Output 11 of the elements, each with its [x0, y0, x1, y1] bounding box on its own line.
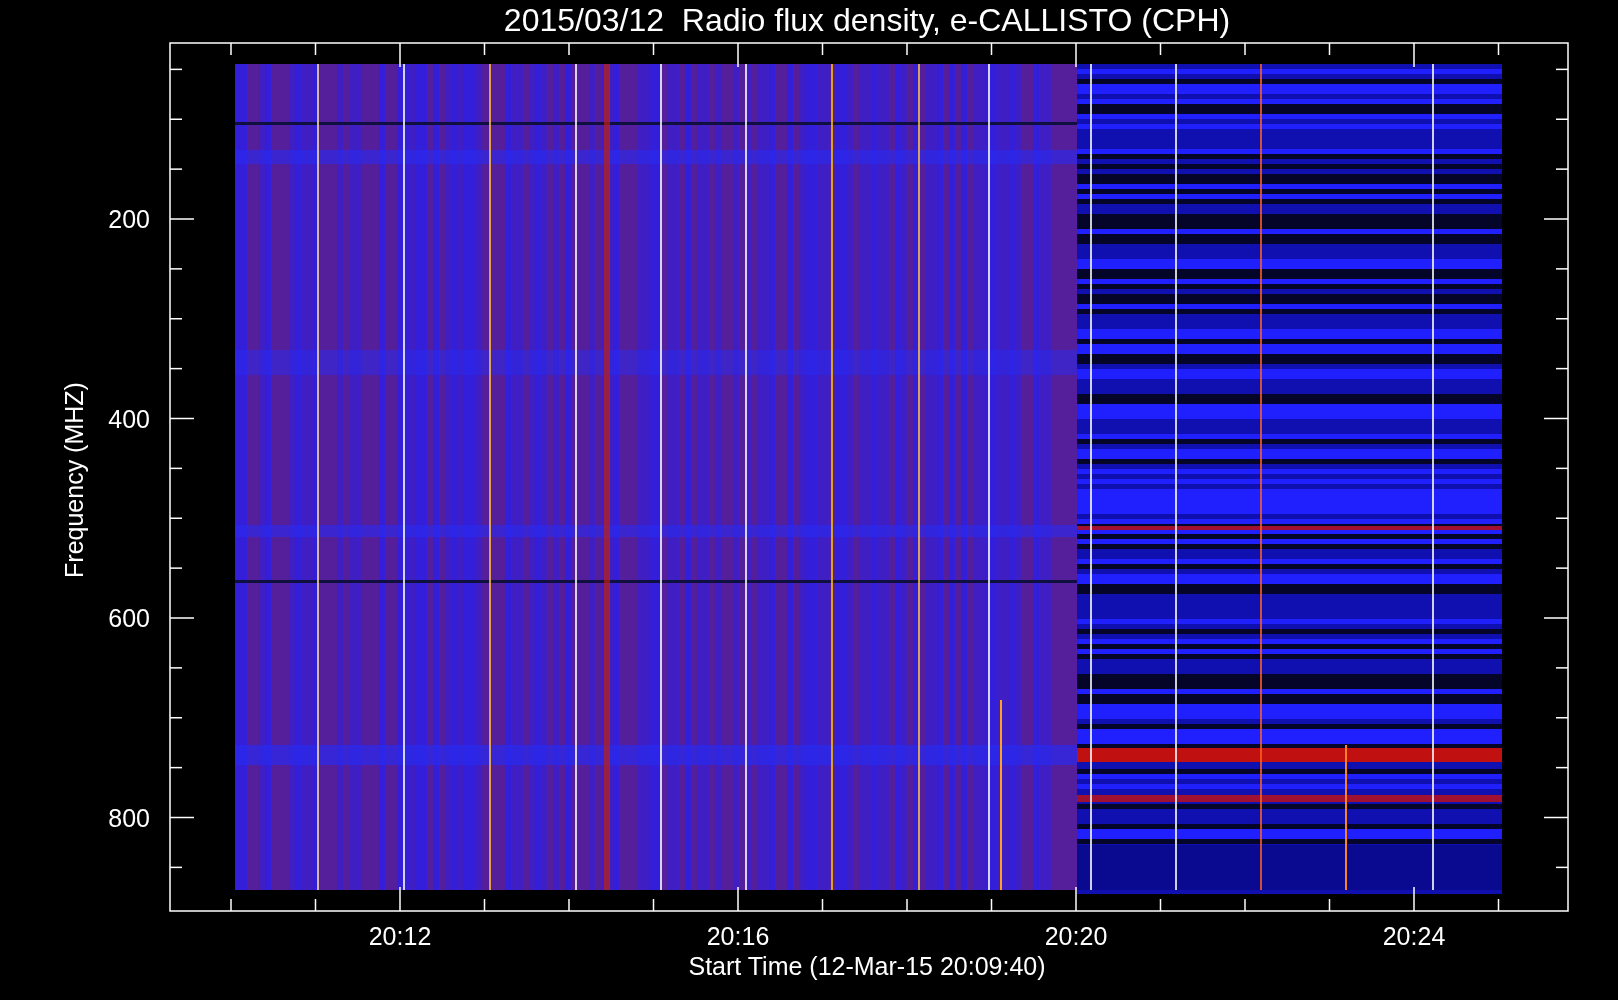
x-axis-label: Start Time (12-Mar-15 20:09:40)	[688, 952, 1046, 980]
x-tick-label: 20:12	[368, 922, 432, 950]
y-axis-label: Frequency (MHZ)	[60, 382, 88, 578]
y-tick-label: 600	[108, 604, 150, 632]
x-tick-label: 20:20	[1044, 922, 1108, 950]
x-tick-label: 20:16	[706, 922, 770, 950]
y-tick-label: 800	[108, 803, 150, 832]
y-tick-label: 200	[108, 205, 150, 233]
y-tick-label: 400	[108, 404, 150, 433]
x-tick-label: 20:24	[1382, 922, 1446, 950]
chart-title: 2015/03/12 Radio flux density, e-CALLISTO (CPH)	[503, 2, 1231, 38]
